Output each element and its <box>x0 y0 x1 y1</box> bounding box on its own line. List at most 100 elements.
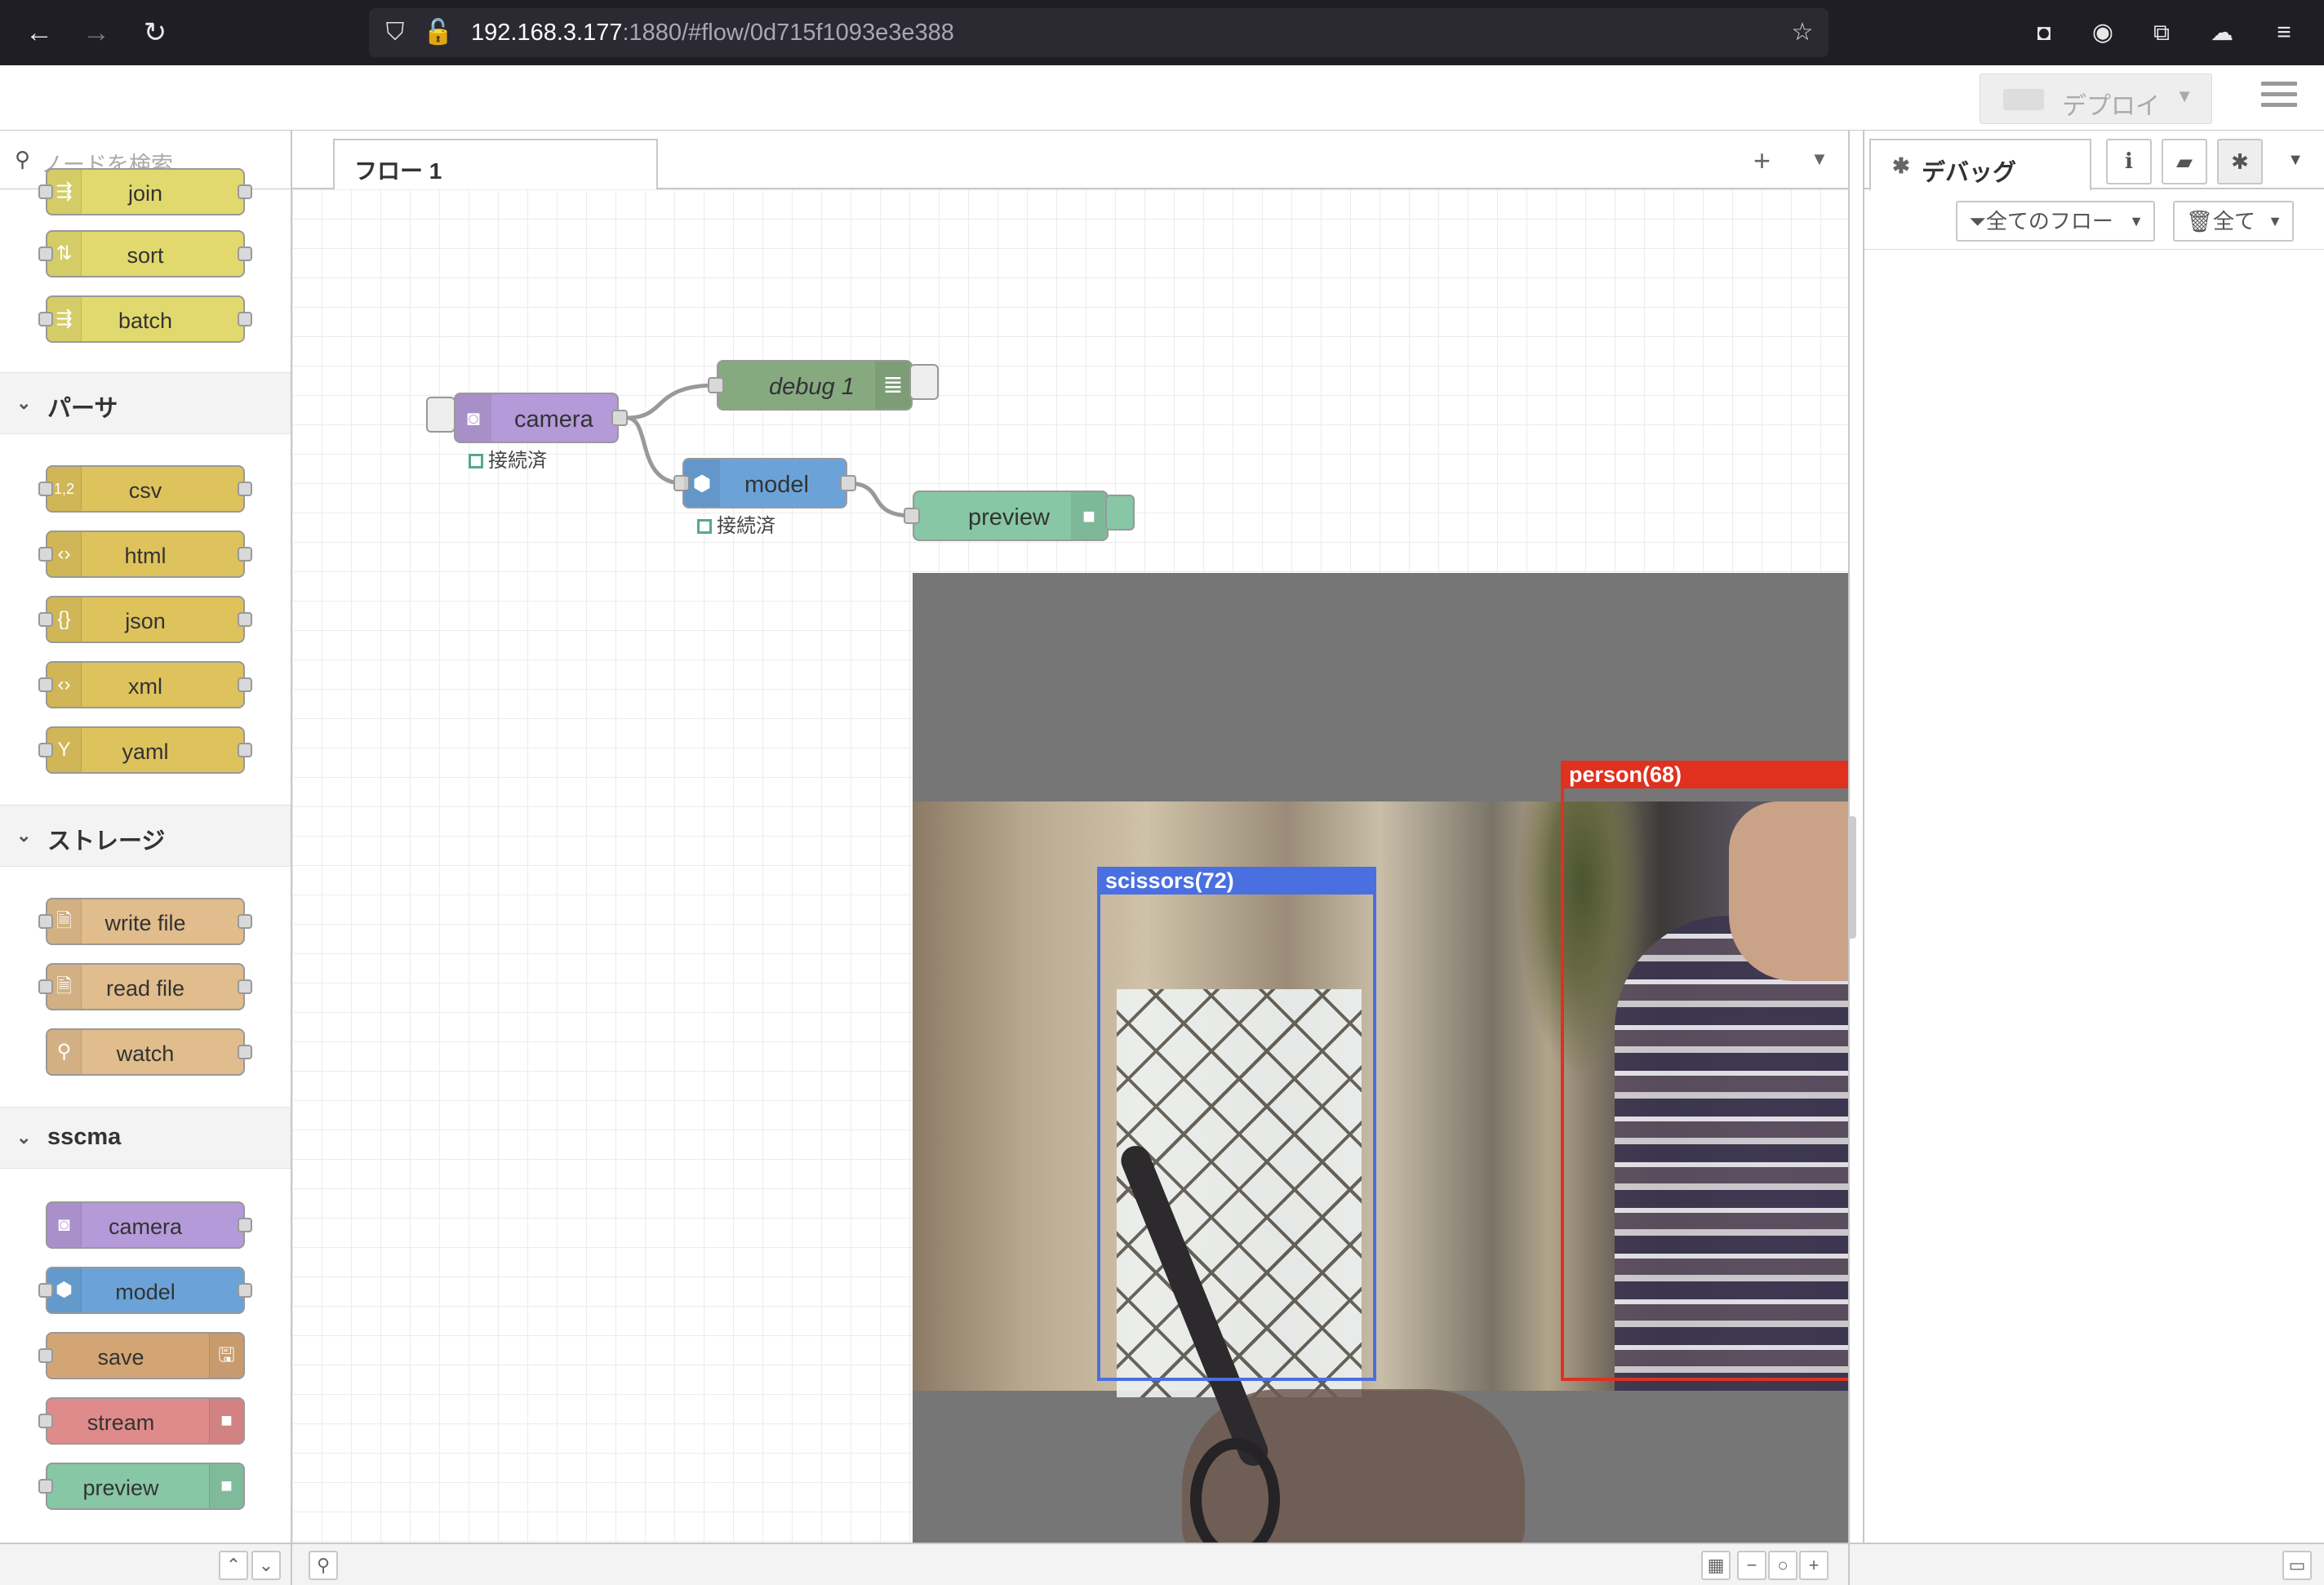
address-bar[interactable]: ⛉ 🔓 192.168.3.177:1880/#flow/0d715f1093e… <box>369 8 1829 57</box>
palette-node-label: csv <box>128 478 162 503</box>
map-icon[interactable]: ▦ <box>1701 1551 1731 1580</box>
bookmark-star-icon[interactable]: ☆ <box>1788 18 1817 47</box>
palette-node-batch[interactable]: ⇶ batch <box>38 295 252 343</box>
debug-clear-button[interactable]: 🗑全て ▼ <box>2173 201 2294 242</box>
chevron-down-icon: ⌄ <box>16 393 32 413</box>
palette-node-save[interactable]: save 🖫 <box>38 1332 245 1379</box>
main-menu-icon[interactable] <box>2261 82 2297 114</box>
wire[interactable] <box>626 415 683 486</box>
tab-list-chevron-icon[interactable]: ▼ <box>1811 149 1829 170</box>
filter-label: 全てのフロー <box>1985 209 2113 233</box>
category-storage[interactable]: ⌄ ストレージ <box>0 805 291 867</box>
flow-canvas[interactable]: ◙ camera 接続済 debug 1 ≣ ⬢ model model接続済 … <box>292 189 1848 1543</box>
extensions-icon[interactable]: ⧉ <box>2144 15 2180 51</box>
palette-node-read-file[interactable]: 🗎 read file <box>38 963 252 1010</box>
sidebar-resize-handle[interactable] <box>1848 816 1856 939</box>
flow-node-model[interactable]: ⬢ model <box>673 458 856 508</box>
output-port <box>238 482 252 496</box>
info-icon[interactable]: i <box>2106 139 2152 184</box>
output-port <box>238 1218 252 1232</box>
collapse-all-icon[interactable]: ⌃ <box>219 1551 248 1580</box>
palette-node-xml[interactable]: ‹› xml <box>38 661 252 708</box>
url-text[interactable]: 192.168.3.177:1880/#flow/0d715f1093e3e38… <box>471 20 954 47</box>
wire[interactable] <box>626 383 718 420</box>
tab-flow-1[interactable]: フロー 1 <box>333 139 658 191</box>
flow-node-debug[interactable]: debug 1 ≣ <box>708 360 913 411</box>
output-port <box>238 677 252 692</box>
zoom-reset-icon[interactable]: ○ <box>1768 1551 1797 1580</box>
bug-icon[interactable]: ✱ <box>2217 139 2263 184</box>
flow-node-preview[interactable]: preview ■ <box>904 491 1109 541</box>
node-label: camera <box>514 406 593 433</box>
palette-node-camera[interactable]: ◙ camera <box>46 1201 252 1249</box>
sidebar-footer: ▭ <box>1848 1543 2324 1585</box>
status-text: 接続済 <box>717 515 775 537</box>
inject-toggle-button[interactable] <box>426 397 455 433</box>
zoom-in-icon[interactable]: + <box>1799 1551 1829 1580</box>
sidebar-menu-chevron-icon[interactable]: ▼ <box>2273 139 2318 184</box>
forward-icon[interactable]: → <box>78 15 114 51</box>
preview-toggle-button[interactable] <box>1105 495 1135 531</box>
wire[interactable] <box>847 481 913 518</box>
input-port <box>38 914 53 929</box>
deploy-button[interactable]: デプロイ ▼ <box>1980 73 2212 124</box>
tab-label: デバッグ <box>1922 160 2017 186</box>
back-icon[interactable]: ← <box>21 15 57 51</box>
input-port <box>38 612 53 627</box>
category-title: ストレージ <box>47 828 166 855</box>
cube-icon: ⬢ <box>684 460 720 507</box>
palette-node-sort[interactable]: ⇅ sort <box>38 230 252 277</box>
palette-node-yaml[interactable]: Y yaml <box>38 726 252 774</box>
palette-node-json[interactable]: {} json <box>38 596 252 643</box>
palette-node-csv[interactable]: 1,2 csv <box>38 465 252 513</box>
add-tab-icon[interactable]: + <box>1753 144 1771 178</box>
palette-node-stream[interactable]: stream ■ <box>38 1397 245 1445</box>
palette-node-label: camera <box>108 1214 183 1239</box>
output-port <box>238 979 252 994</box>
bug-icon: ✱ <box>1892 153 1910 178</box>
debug-toggle-button[interactable] <box>909 364 939 400</box>
tab-debug[interactable]: ✱ デバッグ <box>1869 139 2091 191</box>
palette-node-write-file[interactable]: 🗎 write file <box>38 898 252 945</box>
url-path: :1880/#flow/0d715f1093e3e388 <box>622 20 954 46</box>
flow-node-camera[interactable]: ◙ camera <box>454 393 628 443</box>
palette-node-watch[interactable]: ⚲ watch <box>46 1028 252 1076</box>
output-port[interactable] <box>840 475 856 491</box>
category-parser[interactable]: ⌄ パーサ <box>0 372 291 434</box>
node-label: preview <box>968 504 1050 531</box>
input-port <box>38 312 53 326</box>
zoom-out-icon[interactable]: − <box>1737 1551 1766 1580</box>
output-port[interactable] <box>611 410 628 426</box>
input-port[interactable] <box>708 377 724 393</box>
expand-all-icon[interactable]: ⌄ <box>251 1551 281 1580</box>
workspace-tabs: フロー 1 + ▼ <box>292 131 1848 191</box>
palette-node-html[interactable]: ‹› html <box>38 531 252 578</box>
palette-node-model[interactable]: ⬢ model <box>38 1267 252 1314</box>
book-icon[interactable]: ▰ <box>2162 139 2207 184</box>
pocket-icon[interactable]: ◘ <box>2026 15 2062 51</box>
input-port <box>38 677 53 692</box>
monitor-icon[interactable]: ▭ <box>2282 1551 2312 1580</box>
addon-icon[interactable]: ☁ <box>2204 15 2240 51</box>
account-icon[interactable]: ◉ <box>2085 15 2121 51</box>
browser-menu-icon[interactable]: ≡ <box>2266 15 2302 51</box>
deploy-dropdown-icon[interactable]: ▼ <box>2175 86 2193 107</box>
list-icon: ≣ <box>875 362 911 409</box>
palette-node-preview[interactable]: preview ■ <box>38 1463 245 1510</box>
palette-node-join[interactable]: ⇶ join <box>38 168 252 215</box>
video-camera-icon: ■ <box>209 1464 243 1508</box>
output-port <box>238 1045 252 1059</box>
app-header: デプロイ ▼ <box>0 65 2324 131</box>
input-port[interactable] <box>904 508 920 524</box>
input-port <box>38 547 53 562</box>
floppy-disk-icon: 🖫 <box>209 1334 243 1378</box>
category-sscma[interactable]: ⌄ sscma <box>0 1107 291 1169</box>
shield-icon[interactable]: ⛉ <box>380 18 410 47</box>
insecure-lock-icon[interactable]: 🔓 <box>423 18 453 47</box>
reload-icon[interactable]: ↻ <box>137 15 173 51</box>
palette-node-label: sort <box>127 243 164 268</box>
search-icon[interactable]: ⚲ <box>309 1551 338 1580</box>
input-port <box>38 1414 53 1428</box>
palette-node-label: read file <box>105 976 185 1001</box>
debug-filter-select[interactable]: ⏷全てのフロー ▼ <box>1956 201 2155 242</box>
